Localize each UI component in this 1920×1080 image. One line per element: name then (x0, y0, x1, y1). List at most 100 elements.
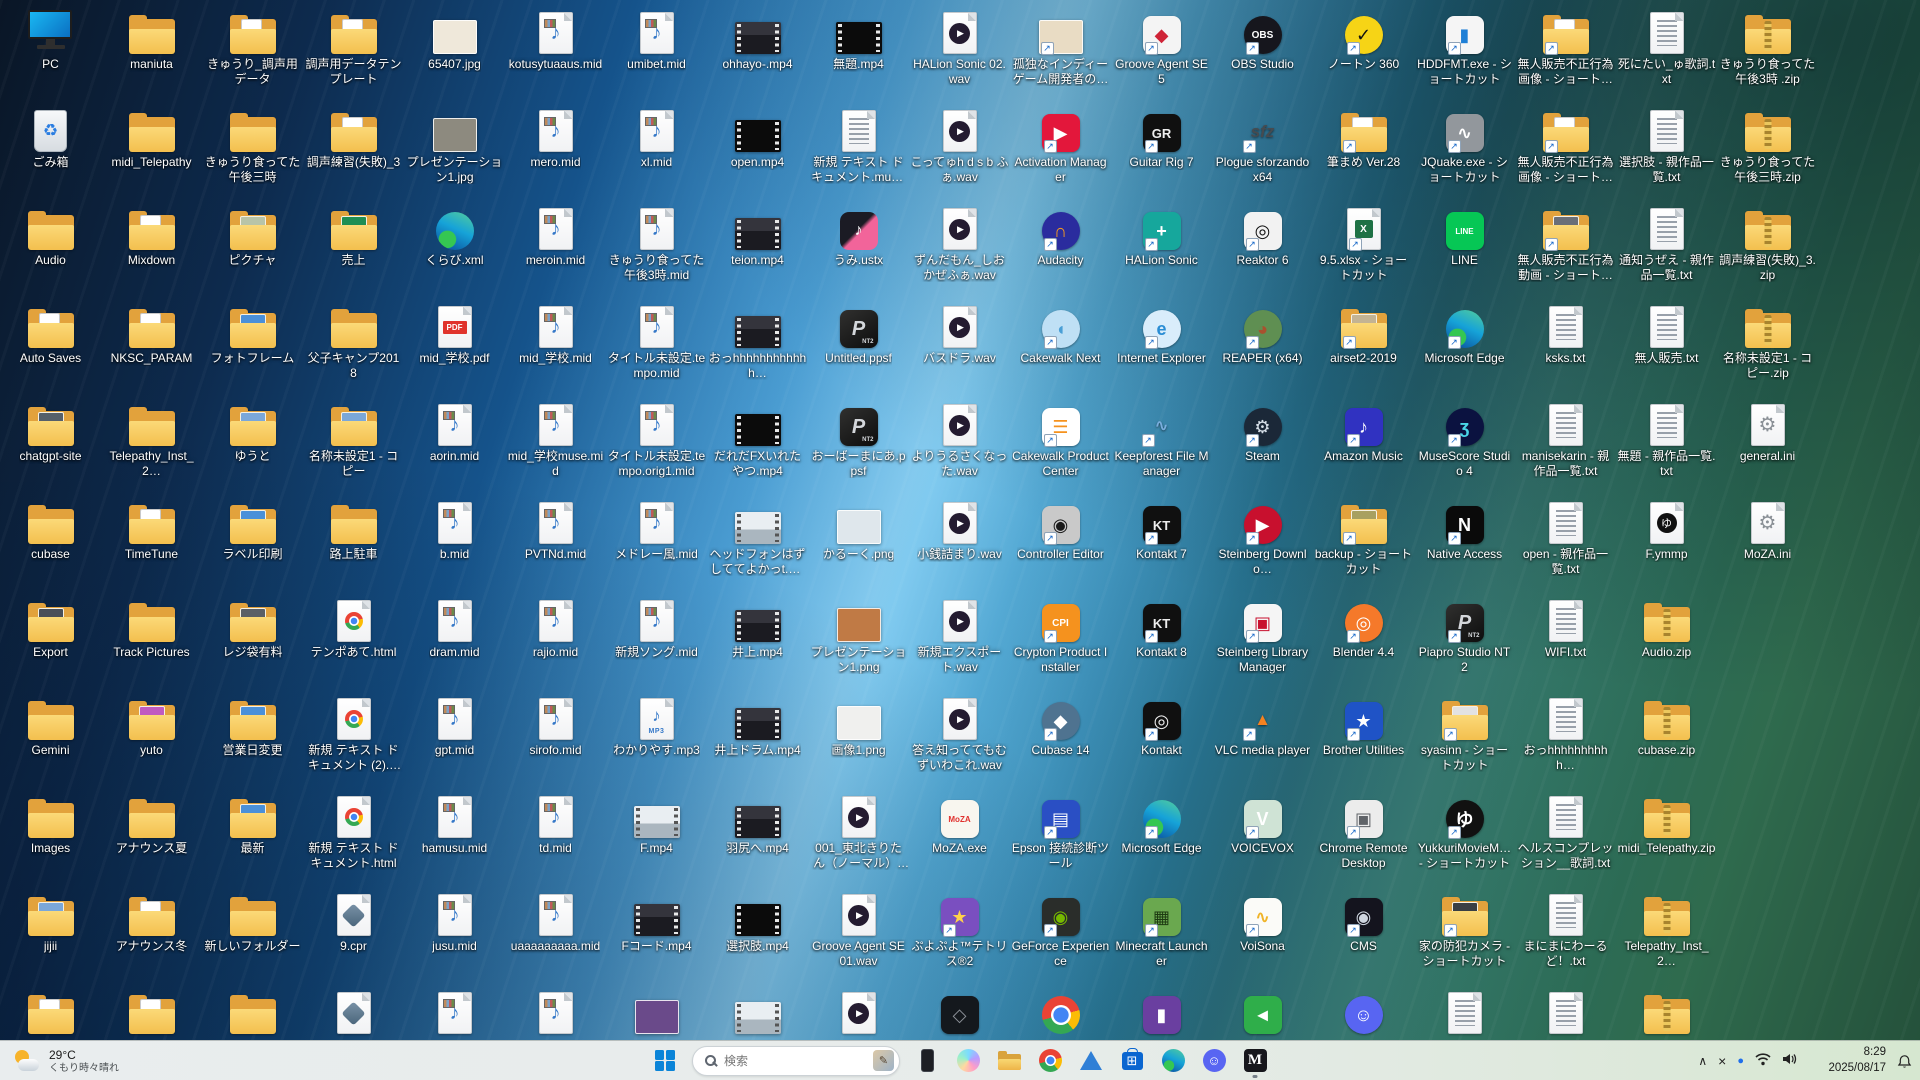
desktop-icon[interactable]: 路上駐車 (303, 496, 404, 562)
desktop-icon[interactable]: 名称未設定1 - コピー.zip (1717, 300, 1818, 380)
desktop-icon[interactable]: ♪きゅうり食ってた午後3時.mid (606, 202, 707, 282)
desktop-icon[interactable]: e↗Internet Explorer (1111, 300, 1212, 366)
desktop-icon[interactable]: ♪mero.mid (505, 104, 606, 170)
desktop-icon[interactable]: ʒ↗MuseScore Studio 4 (1414, 398, 1515, 478)
desktop-icon[interactable] (0, 986, 101, 1037)
desktop-icon[interactable]: Telepathy_Inst_2… (1616, 888, 1717, 968)
desktop-icon[interactable]: ♪dram.mid (404, 594, 505, 660)
desktop-icon[interactable]: ↗airset2-2019 (1313, 300, 1414, 366)
desktop-icon[interactable]: WIFI.txt (1515, 594, 1616, 660)
desktop-icon[interactable]: ⚙↗Steam (1212, 398, 1313, 464)
desktop-icon[interactable]: ▤↗Epson 接続診断ツール (1010, 790, 1111, 870)
desktop-icon[interactable]: ◉↗CMS (1313, 888, 1414, 954)
desktop-icon[interactable]: PC (0, 6, 101, 72)
desktop-icon[interactable]: ∩↗Audacity (1010, 202, 1111, 268)
desktop-icon[interactable]: ♪ (505, 986, 606, 1037)
desktop-icon[interactable]: 調声練習(失敗)_3.zip (1717, 202, 1818, 282)
desktop-icon[interactable]: ▶001_東北きりたん（ノーマル）_今じゃ… (808, 790, 909, 870)
desktop-icon[interactable]: ▶よりうるさくなった.wav (909, 398, 1010, 478)
desktop-icon[interactable] (303, 986, 404, 1037)
close-x-icon[interactable]: × (1718, 1053, 1726, 1069)
desktop-icon[interactable]: ▮↗HDDFMT.exe - ショートカット (1414, 6, 1515, 86)
desktop-icon[interactable]: 父子キャンプ2018 (303, 300, 404, 380)
search-input[interactable] (724, 1054, 865, 1068)
desktop-icon[interactable]: ヘルスコンプレッション__歌詞.txt (1515, 790, 1616, 870)
file-explorer-icon[interactable] (995, 1047, 1023, 1075)
desktop-icon[interactable]: ↗孤独なインディーゲーム開発者の一生 … (1010, 6, 1111, 86)
desktop-icon[interactable]: プレゼンテーション1.png (808, 594, 909, 674)
desktop-icon[interactable]: ピクチャ (202, 202, 303, 268)
phone-link-icon[interactable] (913, 1047, 941, 1075)
desktop-icon[interactable]: きゅうり食ってた午後3時 .zip (1717, 6, 1818, 86)
desktop-icon[interactable]: V↗VOICEVOX (1212, 790, 1313, 856)
desktop-icon[interactable]: ◖↗Cakewalk Next (1010, 300, 1111, 366)
desktop-icon[interactable]: Audio (0, 202, 101, 268)
desktop-icon[interactable]: ▮ (1111, 986, 1212, 1037)
desktop-icon[interactable]: CPI↗Crypton Product Installer (1010, 594, 1111, 674)
desktop-icon[interactable]: アナウンス夏 (101, 790, 202, 856)
desktop-icon[interactable]: ♪uaaaaaaaaa.mid (505, 888, 606, 954)
desktop-icon[interactable]: +↗HALion Sonic (1111, 202, 1212, 268)
desktop-icon[interactable]: ✓↗ノートン 360 (1313, 6, 1414, 72)
desktop-icon[interactable]: Mixdown (101, 202, 202, 268)
desktop-icon[interactable]: ☰↗Cakewalk Product Center (1010, 398, 1111, 478)
desktop-icon[interactable]: ♪sirofo.mid (505, 692, 606, 758)
desktop-icon[interactable]: OBS↗OBS Studio (1212, 6, 1313, 72)
desktop-icon[interactable]: 無題 - 親作品一覧.txt (1616, 398, 1717, 478)
desktop-icon[interactable]: アナウンス冬 (101, 888, 202, 954)
desktop-icon[interactable]: ラベル印刷 (202, 496, 303, 562)
desktop-icon[interactable]: ♪↗Amazon Music (1313, 398, 1414, 464)
desktop-icon[interactable]: ↗Microsoft Edge (1414, 300, 1515, 366)
desktop-icon[interactable]: open.mp4 (707, 104, 808, 170)
desktop-icon[interactable]: jijii (0, 888, 101, 954)
desktop-icon[interactable]: ◄ (1212, 986, 1313, 1037)
desktop-icon[interactable]: ↗無人販売不正行為画像 - ショートカット (1515, 104, 1616, 184)
desktop-icon[interactable]: PNT2おーばーまにあ.ppsf (808, 398, 909, 478)
desktop-icon[interactable]: ▶↗Activation Manager (1010, 104, 1111, 184)
desktop-icon[interactable]: ♪td.mid (505, 790, 606, 856)
desktop-icon[interactable]: cubase (0, 496, 101, 562)
desktop-icon[interactable]: F.mp4 (606, 790, 707, 856)
desktop-icon[interactable]: だれだFXいれたやつ.mp4 (707, 398, 808, 478)
desktop-icon[interactable]: ohhayo-.mp4 (707, 6, 808, 72)
desktop-icon[interactable]: ◆↗Cubase 14 (1010, 692, 1111, 758)
notification-bell-icon[interactable] (1897, 1041, 1912, 1080)
desktop-icon[interactable]: ◇ (909, 986, 1010, 1037)
desktop-icon[interactable]: chatgpt-site (0, 398, 101, 464)
desktop-icon[interactable]: ◎↗Reaktor 6 (1212, 202, 1313, 268)
desktop-icon[interactable]: X↗9.5.xlsx - ショートカット (1313, 202, 1414, 282)
desktop-icon[interactable]: ♪mid_学校.mid (505, 300, 606, 366)
desktop-icon[interactable]: midi_Telepathy.zip (1616, 790, 1717, 856)
desktop-icon[interactable]: ♪タイトル未設定.tempo.mid (606, 300, 707, 380)
desktop-icon[interactable]: ♪ (404, 986, 505, 1037)
search-box[interactable]: ✎ (692, 1046, 900, 1076)
desktop-icon[interactable]: ▶HALion Sonic 02.wav (909, 6, 1010, 86)
desktop-icon[interactable]: 新しいフォルダー (202, 888, 303, 954)
desktop-icon[interactable] (1616, 986, 1717, 1037)
desktop-icon[interactable] (202, 986, 303, 1037)
desktop-icon[interactable]: GR↗Guitar Rig 7 (1111, 104, 1212, 170)
desktop-icon[interactable]: ♪PVTNd.mid (505, 496, 606, 562)
desktop-icon[interactable]: cubase.zip (1616, 692, 1717, 758)
desktop-icon[interactable]: テンポあて.html (303, 594, 404, 660)
desktop-icon[interactable]: ▶ずんだもん_しおかぜふぁ.wav (909, 202, 1010, 282)
desktop-icon[interactable]: TimeTune (101, 496, 202, 562)
copilot-icon[interactable] (954, 1047, 982, 1075)
desktop-icon[interactable]: ◆↗Groove Agent SE 5 (1111, 6, 1212, 86)
discord-icon[interactable]: ☺ (1200, 1047, 1228, 1075)
desktop-icon[interactable]: manisekarin - 親作品一覧.txt (1515, 398, 1616, 478)
desktop-icon[interactable]: ♪うみ.ustx (808, 202, 909, 268)
desktop-icon[interactable]: ♪jusu.mid (404, 888, 505, 954)
desktop-icon[interactable]: 調声用データテンプレート (303, 6, 404, 86)
desktop-icon[interactable]: ▶新規エクスポート.wav (909, 594, 1010, 674)
desktop-icon[interactable]: フォトフレーム (202, 300, 303, 366)
desktop-icon[interactable]: ☺ (1313, 986, 1414, 1037)
desktop-icon[interactable]: yuto (101, 692, 202, 758)
desktop-icon[interactable]: ゆ↗YukkuriMovieM… - ショートカット (1414, 790, 1515, 870)
desktop-icon[interactable]: ♪kotusytuaaus.mid (505, 6, 606, 72)
desktop-icon[interactable]: 死にたい_ゅ歌詞.txt (1616, 6, 1717, 86)
desktop-icon[interactable] (1010, 986, 1111, 1037)
desktop-icon[interactable]: Export (0, 594, 101, 660)
desktop-icon[interactable]: ♪mid_学校muse.mid (505, 398, 606, 478)
desktop-icon[interactable]: ▣↗Chrome Remote Desktop (1313, 790, 1414, 870)
